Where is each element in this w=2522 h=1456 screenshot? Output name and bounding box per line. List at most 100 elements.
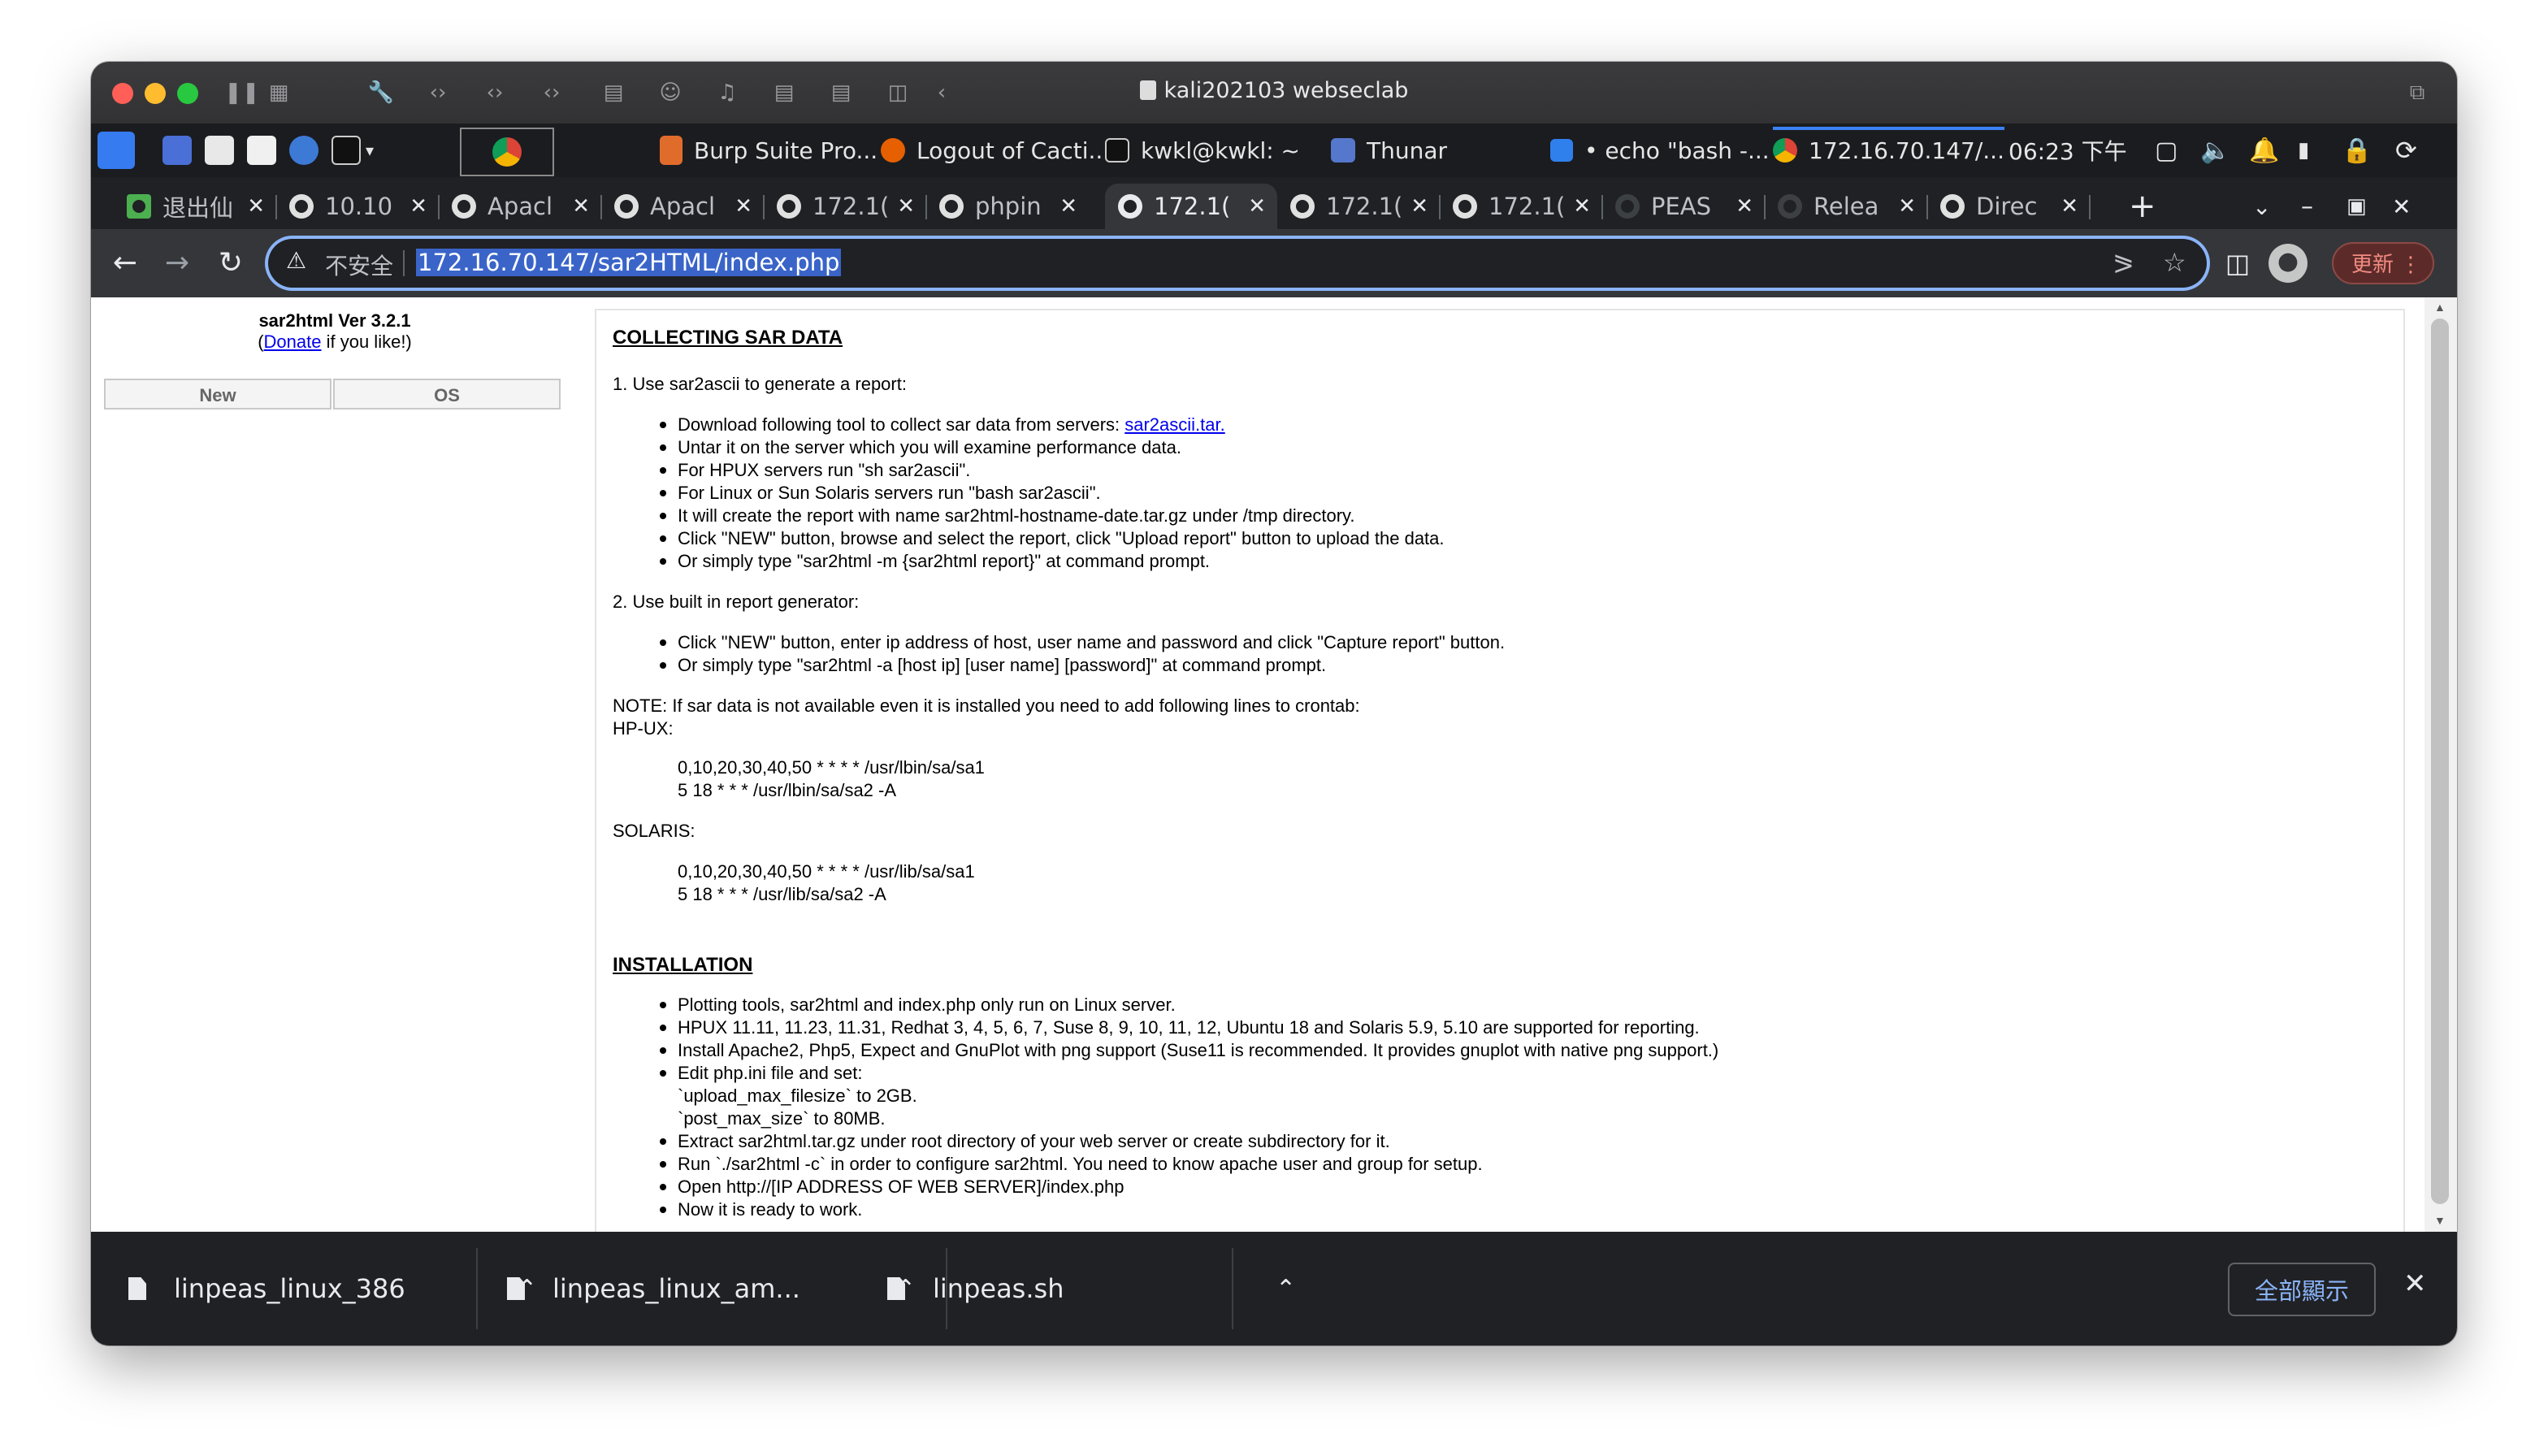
- display-icon[interactable]: ▢: [2155, 130, 2178, 171]
- tab[interactable]: Relea ✕: [1765, 184, 1927, 229]
- clock-text: 06:23 下午: [2008, 138, 2127, 165]
- terminal-icon[interactable]: ▾: [332, 130, 374, 171]
- volume-icon[interactable]: 🔈: [2200, 130, 2230, 171]
- page-scrollbar[interactable]: ▲ ▼: [2424, 297, 2457, 1232]
- close-tab-icon[interactable]: ✕: [734, 194, 752, 219]
- donate-line: (Donate if you like!): [91, 332, 578, 353]
- tab-divider: [600, 195, 602, 219]
- clock[interactable]: 06:23 下午: [2008, 130, 2127, 171]
- desktop-icon[interactable]: [162, 130, 203, 171]
- tab[interactable]: phpin ✕: [926, 184, 1089, 229]
- battery-icon[interactable]: ▮: [2298, 130, 2309, 171]
- web-browser-icon[interactable]: [289, 130, 330, 171]
- hpux-label: HP-UX:: [613, 718, 674, 739]
- taskbar-thunar[interactable]: Thunar: [1331, 130, 1447, 171]
- warning-triangle-icon[interactable]: ⚠: [286, 247, 306, 274]
- close-tab-icon[interactable]: ✕: [1573, 194, 1591, 219]
- download-item[interactable]: linpeas.sh ⌃: [887, 1232, 1310, 1346]
- new-button[interactable]: New: [104, 379, 332, 410]
- download-filename: linpeas_linux_am...: [552, 1273, 800, 1304]
- omnibox-divider: [403, 250, 405, 276]
- taskbar-burp-label: Burp Suite Pro...: [694, 136, 878, 164]
- tab[interactable]: PEAS ✕: [1602, 184, 1765, 229]
- tab[interactable]: Apacl ✕: [601, 184, 764, 229]
- page-content: sar2html Ver 3.2.1 (Donate if you like!)…: [91, 297, 2457, 1232]
- sar2ascii-link[interactable]: sar2ascii.tar.: [1124, 414, 1225, 435]
- download-item[interactable]: linpeas_linux_386 ⌃: [128, 1232, 551, 1346]
- tab[interactable]: 172.1(✕: [1440, 184, 1602, 229]
- close-tab-icon[interactable]: ✕: [247, 194, 265, 219]
- close-shelf-icon[interactable]: ✕: [2403, 1268, 2427, 1300]
- tab[interactable]: 10.10 ✕: [276, 184, 439, 229]
- tab[interactable]: Apacl ✕: [439, 184, 601, 229]
- taskbar-terminal[interactable]: kwkl@kwkl: ~: [1105, 130, 1300, 171]
- tab-active[interactable]: 172.1(✕: [1105, 184, 1277, 229]
- step2-text: 2. Use built in report generator:: [613, 592, 860, 612]
- vm-title-bar: ❚❚ ▦ 🔧 ‹› ‹› ‹› ▤ ☺ ♫ ▤ ▤ ◫ ‹ kali202103…: [91, 62, 2457, 124]
- tab-label: Direc: [1976, 193, 2038, 220]
- taskbar: ▾ Burp Suite Pro... Logout of Cacti... k…: [91, 124, 2457, 177]
- globe-icon: [614, 194, 639, 219]
- close-tab-icon[interactable]: ✕: [1898, 194, 1916, 219]
- profile-avatar-icon[interactable]: ●: [2268, 244, 2308, 283]
- share-icon[interactable]: ⪖: [2112, 247, 2134, 278]
- not-secure-label[interactable]: 不安全: [325, 249, 393, 281]
- maximize-icon[interactable]: ▣: [2346, 184, 2379, 229]
- lock-icon[interactable]: 🔒: [2342, 130, 2372, 171]
- file-manager-icon[interactable]: [205, 130, 245, 171]
- taskbar-vscode[interactable]: • echo "bash -...: [1550, 130, 1770, 171]
- taskbar-cacti[interactable]: Logout of Cacti...: [881, 130, 1110, 171]
- close-tab-icon[interactable]: ✕: [2060, 194, 2078, 219]
- globe-icon: [777, 194, 801, 219]
- tab[interactable]: Direc ✕: [1927, 184, 2090, 229]
- show-all-button[interactable]: 全部顯示: [2228, 1263, 2376, 1316]
- taskbar-chrome-button[interactable]: [460, 128, 554, 176]
- tab-search-chevron-icon[interactable]: ⌄: [2252, 184, 2285, 229]
- globe-icon: [452, 194, 476, 219]
- tab[interactable]: 退出仙 ✕: [114, 184, 276, 229]
- tab-label: 退出仙: [162, 194, 234, 222]
- donate-link[interactable]: Donate: [264, 332, 322, 352]
- scroll-up-arrow-icon[interactable]: ▲: [2434, 301, 2446, 314]
- tab[interactable]: 172.1(✕: [1277, 184, 1440, 229]
- tab[interactable]: 172.1(✕: [764, 184, 926, 229]
- url-text[interactable]: 172.16.70.147/sar2HTML/index.php: [416, 249, 842, 276]
- os-button[interactable]: OS: [333, 379, 561, 410]
- window-title: kali202103 webseclab: [91, 78, 2457, 103]
- close-tab-icon[interactable]: ✕: [1736, 194, 1753, 219]
- close-tab-icon[interactable]: ✕: [1248, 194, 1266, 219]
- cron-line: 0,10,20,30,40,50 * * * * /usr/lib/sa/sa1: [678, 861, 975, 882]
- kali-menu-icon[interactable]: [98, 130, 135, 171]
- notification-bell-icon[interactable]: 🔔: [2249, 130, 2279, 171]
- close-tab-icon[interactable]: ✕: [1410, 194, 1428, 219]
- address-bar[interactable]: ⚠ 不安全 172.16.70.147/sar2HTML/index.php ⪖…: [268, 239, 2207, 288]
- update-button[interactable]: 更新 ⋮: [2332, 242, 2434, 284]
- reload-icon[interactable]: ↻: [213, 245, 249, 281]
- forward-icon[interactable]: →: [159, 245, 195, 281]
- close-browser-icon[interactable]: ✕: [2392, 184, 2424, 229]
- step1-text: 1. Use sar2ascii to generate a report:: [613, 374, 907, 394]
- list-item: Edit php.ini file and set:: [659, 1063, 863, 1083]
- close-tab-icon[interactable]: ✕: [572, 194, 590, 219]
- new-tab-button[interactable]: +: [2129, 184, 2169, 229]
- taskbar-burp[interactable]: Burp Suite Pro...: [660, 130, 878, 171]
- kebab-menu-icon[interactable]: ⋮: [2400, 244, 2421, 286]
- fullscreen-icon[interactable]: ⧉: [2403, 80, 2431, 106]
- close-tab-icon[interactable]: ✕: [897, 194, 915, 219]
- text-editor-icon[interactable]: [247, 130, 288, 171]
- close-tab-icon[interactable]: ✕: [410, 194, 427, 219]
- side-panel-icon[interactable]: ◫: [2220, 245, 2256, 281]
- close-tab-icon[interactable]: ✕: [1060, 194, 1077, 219]
- logout-icon[interactable]: ⟳: [2395, 130, 2417, 171]
- download-divider: [1232, 1248, 1233, 1329]
- minimize-icon[interactable]: –: [2301, 184, 2334, 229]
- bookmark-star-icon[interactable]: ☆: [2163, 247, 2186, 278]
- list-item: Or simply type "sar2html -a [host ip] [u…: [659, 655, 1327, 675]
- scroll-down-arrow-icon[interactable]: ▼: [2434, 1214, 2446, 1227]
- taskbar-chrome-active[interactable]: 172.16.70.147/...: [1773, 127, 2004, 171]
- scrollbar-thumb[interactable]: [2431, 318, 2449, 1204]
- chevron-up-icon[interactable]: ⌃: [1276, 1275, 1296, 1303]
- tab-divider: [1926, 195, 1928, 219]
- back-icon[interactable]: ←: [107, 245, 143, 281]
- download-item[interactable]: linpeas_linux_am... ⌃: [507, 1232, 916, 1346]
